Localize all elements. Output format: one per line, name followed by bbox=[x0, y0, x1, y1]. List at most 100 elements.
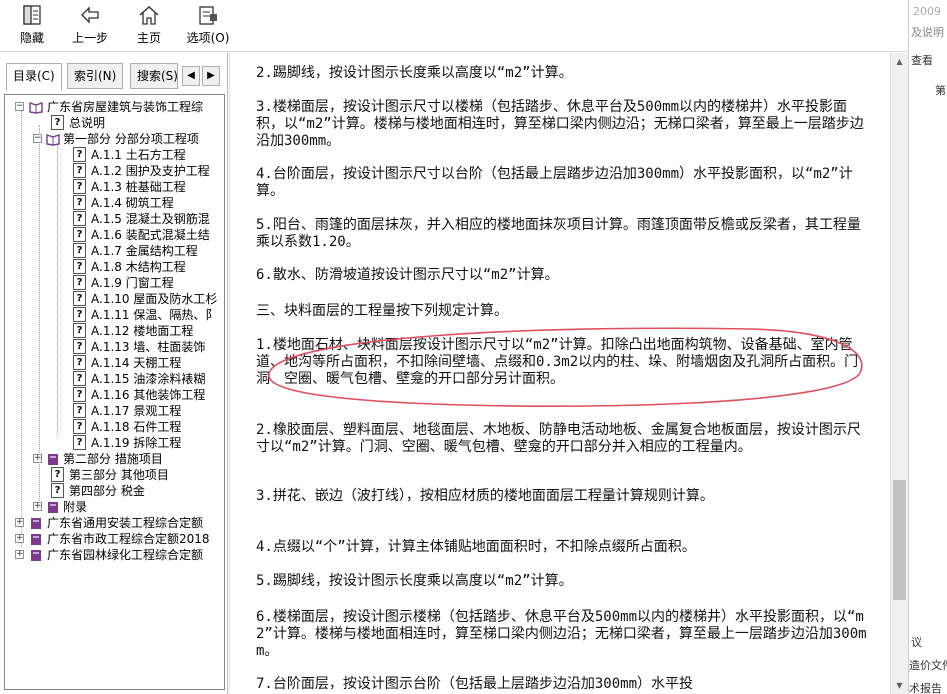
tree-node-label: 第四部分 税金 bbox=[69, 484, 145, 498]
home-button[interactable]: 主页 bbox=[134, 4, 164, 50]
help-topic-icon: ? bbox=[73, 323, 86, 338]
expand-icon[interactable]: + bbox=[15, 534, 24, 543]
content-paragraph: 5.踢脚线，按设计图示长度乘以高度以“m2”计算。 bbox=[256, 573, 573, 589]
tree-node-root[interactable]: − 广东省房屋建筑与装饰工程综 bbox=[15, 99, 224, 115]
tab-contents[interactable]: 目录(C) bbox=[6, 63, 62, 91]
tree-node-label: A.1.6 装配式混凝土结 bbox=[91, 228, 210, 242]
tree-node-label: A.1.16 其他装饰工程 bbox=[91, 388, 206, 402]
book-icon bbox=[48, 454, 58, 465]
tree-node-label: 附录 bbox=[63, 500, 88, 514]
expand-icon[interactable]: + bbox=[33, 502, 42, 511]
tree-node-label: A.1.14 天棚工程 bbox=[91, 356, 182, 370]
scroll-up-icon[interactable]: ▲ bbox=[891, 53, 908, 70]
help-topic-icon: ? bbox=[73, 179, 86, 194]
tree-node-label: A.1.11 保温、隔热、阝 bbox=[91, 308, 218, 322]
tree-node-label: A.1.1 土石方工程 bbox=[91, 148, 186, 162]
edge-text: 2009 bbox=[913, 5, 941, 18]
expand-icon[interactable]: + bbox=[15, 550, 24, 559]
tree-node-label: A.1.12 楼地面工程 bbox=[91, 324, 194, 338]
back-arrow-icon bbox=[81, 6, 99, 24]
tree-node-label: A.1.18 石件工程 bbox=[91, 420, 182, 434]
content-paragraph: 4.点缀以“个”计算，计算主体铺贴地面面积时，不扣除点缀所占面积。 bbox=[256, 539, 696, 555]
content-scrollbar[interactable]: ▲ ▼ bbox=[890, 53, 908, 694]
tree-node-label: 广东省园林绿化工程综合定额 bbox=[47, 548, 204, 562]
tree-node-label: A.1.9 门窗工程 bbox=[91, 276, 174, 290]
help-topic-icon: ? bbox=[73, 259, 86, 274]
tree-node-label: 第二部分 措施项目 bbox=[63, 452, 163, 466]
back-button[interactable]: 上一步 bbox=[70, 4, 110, 50]
help-topic-icon: ? bbox=[73, 227, 86, 242]
options-icon bbox=[199, 6, 217, 25]
help-topic-icon: ? bbox=[73, 163, 86, 178]
help-topic-icon: ? bbox=[73, 291, 86, 306]
collapse-icon[interactable]: − bbox=[15, 102, 24, 111]
tree-guide-line bbox=[57, 141, 58, 436]
open-book-icon bbox=[46, 134, 60, 146]
tree-node-part1[interactable]: − 第一部分 分部分项工程项 bbox=[33, 131, 224, 147]
tree-guide-line bbox=[39, 125, 40, 505]
tree-node-label: A.1.19 拆除工程 bbox=[91, 436, 182, 450]
collapse-icon[interactable]: − bbox=[33, 134, 42, 143]
help-topic-icon: ? bbox=[73, 195, 86, 210]
home-icon bbox=[139, 5, 159, 25]
tree-node-label: A.1.5 混凝土及钢筋混 bbox=[91, 212, 210, 226]
tree-node-book3[interactable]: + 广东省市政工程综合定额2018 bbox=[15, 531, 224, 547]
contents-tree: − 广东省房屋建筑与装饰工程综 ? 总说明 − 第一部分 分部分项工程项 ? A.… bbox=[4, 94, 225, 690]
tab-scroll-left-icon[interactable]: ◀ bbox=[182, 66, 200, 86]
help-viewer-window: 隐藏 上一步 主页 选项(O) 目录(C) 索引(N) 搜索(S) ◀ ▶ − … bbox=[0, 0, 947, 694]
tree-node-label: A.1.17 景观工程 bbox=[91, 404, 182, 418]
tree-node-book2[interactable]: + 广东省通用安装工程综合定额 bbox=[15, 515, 224, 531]
tree-node-label: A.1.15 油漆涂料裱糊 bbox=[91, 372, 206, 386]
help-topic-icon: ? bbox=[73, 355, 86, 370]
tree-node-book4[interactable]: + 广东省园林绿化工程综合定额 bbox=[15, 547, 224, 563]
hide-button[interactable]: 隐藏 bbox=[14, 4, 50, 50]
background-window-edge: 2009 及说明 查看 第 议 造价文件 术报告 bbox=[908, 0, 947, 694]
help-topic-icon: ? bbox=[51, 483, 64, 498]
options-button[interactable]: 选项(O) bbox=[186, 4, 230, 50]
edge-text: 术报告 bbox=[909, 682, 942, 694]
scroll-thumb[interactable] bbox=[893, 480, 906, 600]
tab-search[interactable]: 搜索(S) bbox=[130, 63, 178, 89]
help-topic-icon: ? bbox=[73, 275, 86, 290]
content-paragraph: 三、块料面层的工程量按下列规定计算。 bbox=[256, 303, 508, 319]
content-paragraph: 1.楼地面石材、块料面层按设计图示尺寸以“m2”计算。扣除凸出地面构筑物、设备基… bbox=[256, 337, 859, 387]
book-icon bbox=[31, 550, 41, 561]
tree-node-label: A.1.13 墙、柱面装饰 bbox=[91, 340, 206, 354]
hide-pane-icon bbox=[23, 5, 41, 25]
content-paragraph: 6.楼梯面层，按设计图示楼梯（包括踏步、休息平台及500mm以内的楼梯井）水平投… bbox=[256, 609, 867, 659]
expand-icon[interactable]: + bbox=[33, 454, 42, 463]
tree-node-label: 总说明 bbox=[69, 116, 106, 130]
navigation-pane: 目录(C) 索引(N) 搜索(S) ◀ ▶ − 广东省房屋建筑与装饰工程综 ? … bbox=[0, 53, 228, 694]
help-topic-icon: ? bbox=[73, 147, 86, 162]
tab-index[interactable]: 索引(N) bbox=[67, 63, 124, 89]
book-icon bbox=[48, 502, 58, 513]
hide-label: 隐藏 bbox=[19, 31, 44, 45]
content-paragraph: 2.橡胶面层、塑料面层、地毯面层、木地板、防静电活动地板、金属复合地板面层，按设… bbox=[256, 422, 861, 455]
tree-node-label: A.1.4 砌筑工程 bbox=[91, 196, 174, 210]
help-topic-icon: ? bbox=[51, 115, 64, 130]
help-topic-icon: ? bbox=[73, 419, 86, 434]
content-paragraph: 4.台阶面层，按设计图示尺寸以台阶（包括最上层踏步边沿加300mm）水平投影面积… bbox=[256, 166, 853, 199]
help-topic-icon: ? bbox=[73, 371, 86, 386]
nav-tabs: 目录(C) 索引(N) 搜索(S) ◀ ▶ bbox=[6, 63, 224, 91]
help-topic-icon: ? bbox=[73, 211, 86, 226]
expand-icon[interactable]: + bbox=[15, 518, 24, 527]
tree-node-label: 第一部分 分部分项工程项 bbox=[63, 132, 199, 146]
tree-guide-line bbox=[21, 108, 22, 548]
open-book-icon bbox=[29, 102, 43, 114]
topic-content: 2.踢脚线，按设计图示长度乘以高度以“m2”计算。 3.楼梯面层，按设计图示尺寸… bbox=[229, 53, 890, 694]
edge-text: 第 bbox=[935, 84, 946, 97]
content-paragraph: 3.楼梯面层，按设计图示尺寸以楼梯（包括踏步、休息平台及500mm以内的楼梯井）… bbox=[256, 99, 864, 149]
toolbar: 隐藏 上一步 主页 选项(O) bbox=[0, 0, 908, 52]
tree-node-label: A.1.2 围护及支护工程 bbox=[91, 164, 210, 178]
home-label: 主页 bbox=[136, 31, 161, 45]
tree-node-label: A.1.8 木结构工程 bbox=[91, 260, 186, 274]
scroll-down-icon[interactable]: ▼ bbox=[891, 677, 908, 694]
content-paragraph: 3.拼花、嵌边（波打线），按相应材质的楼地面面层工程量计算规则计算。 bbox=[256, 488, 714, 504]
tree-node-label: 广东省市政工程综合定额2018 bbox=[47, 532, 210, 546]
back-label: 上一步 bbox=[71, 31, 108, 45]
tree-node-label: A.1.7 金属结构工程 bbox=[91, 244, 198, 258]
content-paragraph: 7.台阶面层，按设计图示台阶（包括最上层踏步边沿加300mm）水平投 bbox=[256, 676, 693, 692]
help-topic-icon: ? bbox=[51, 467, 64, 482]
tab-scroll-right-icon[interactable]: ▶ bbox=[202, 66, 220, 86]
